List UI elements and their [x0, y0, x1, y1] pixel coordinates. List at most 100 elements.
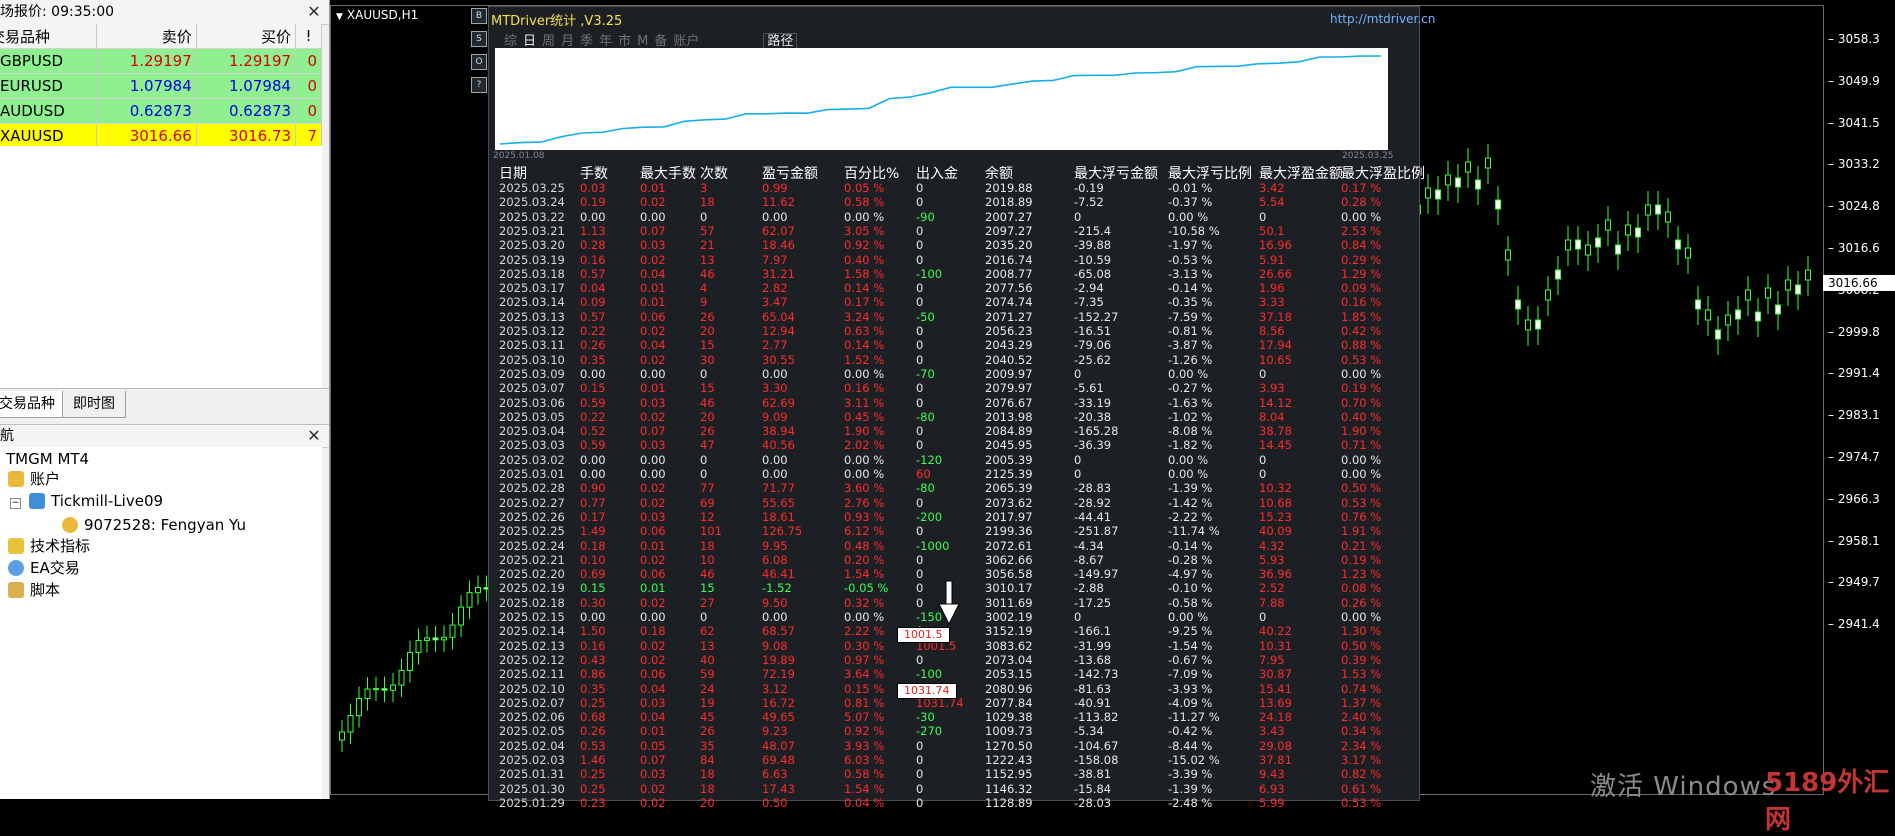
stats-cell: -270	[916, 724, 943, 739]
stats-cell: 1.58 %	[844, 266, 885, 281]
stats-cell: 15.41	[1259, 681, 1292, 696]
stats-cell: 0.00 %	[844, 467, 885, 481]
tree-item-terminal[interactable]: TMGM MT4	[6, 449, 89, 469]
stats-cell: 2025.02.25	[499, 524, 565, 539]
tree-item-indicators[interactable]: 技术指标	[8, 536, 90, 556]
stats-cell: -10.59	[1074, 252, 1112, 267]
candle	[449, 613, 456, 650]
column-header-ask[interactable]: 买价	[196, 24, 297, 49]
annotation-box-deposit-2: 1031.74	[897, 683, 957, 699]
stats-cell: -8.67	[1074, 552, 1104, 567]
tab-period-0[interactable]: 综	[504, 34, 517, 49]
mtdriver-url-link[interactable]: http://mtdriver.cn	[1330, 12, 1435, 26]
stats-cell: 0	[916, 195, 924, 210]
stats-cell: -0.35 %	[1168, 295, 1213, 310]
stats-cell: -149.97	[1074, 567, 1119, 582]
column-header-bid[interactable]: 卖价	[96, 24, 197, 49]
tree-item-server[interactable]: − Tickmill-Live09	[10, 491, 163, 511]
stats-cell: 2.34 %	[1341, 738, 1382, 753]
stats-cell: 11.62	[762, 195, 795, 210]
stats-cell: 2025.03.14	[499, 295, 565, 310]
stats-cell: 2018.89	[985, 195, 1033, 210]
stats-cell: 0.03	[640, 767, 666, 782]
account-icon	[62, 517, 78, 533]
column-header: 最大手数	[640, 166, 696, 182]
stats-cell: 37.81	[1259, 753, 1292, 767]
stats-cell: 2005.39	[985, 452, 1033, 467]
column-header: 余额	[985, 166, 1013, 182]
tree-item-scripts[interactable]: 脚本	[8, 580, 60, 600]
buy-icon[interactable]: B	[471, 8, 487, 24]
stats-cell: 0.08 %	[1341, 581, 1382, 596]
tree-item-expert-advisors[interactable]: EA交易	[8, 558, 80, 578]
tab-period-6[interactable]: 市	[618, 34, 631, 49]
stats-cell: 12	[700, 509, 715, 524]
stats-cell: 0.84 %	[1341, 238, 1382, 253]
column-header: 次数	[700, 166, 728, 182]
stats-cell: -1.42 %	[1168, 495, 1213, 510]
column-header-spread[interactable]: !	[295, 24, 322, 49]
stats-cell: 2025.02.26	[499, 509, 565, 524]
stats-cell: 101	[700, 524, 722, 539]
orders-icon[interactable]: O	[471, 54, 487, 70]
tab-tick-chart[interactable]: 即时图	[62, 391, 126, 418]
stats-cell: -4.97 %	[1168, 567, 1213, 582]
stats-cell: 5.93	[1259, 552, 1285, 567]
stats-cell: 8.56	[1259, 324, 1285, 338]
tab-symbols[interactable]: 交易品种	[0, 391, 66, 418]
stats-cell: 0.52	[580, 424, 606, 439]
tab-period-1[interactable]: 日	[523, 34, 536, 49]
stats-cell: 1.29 %	[1341, 266, 1382, 281]
table-row[interactable]: GBPUSD 1.29197 1.29197 0	[0, 48, 322, 74]
stats-cell: 0	[916, 238, 924, 253]
stats-cell: 0.00 %	[1341, 366, 1382, 381]
price-tick-label: – 3024.8	[1828, 199, 1880, 214]
candle	[432, 625, 439, 652]
price-tick-label: – 2999.8	[1828, 324, 1880, 339]
stats-cell: 0.93 %	[844, 509, 885, 524]
stats-cell: 0.02	[640, 552, 666, 567]
tab-period-8[interactable]: 备	[654, 34, 667, 49]
tab-period-7[interactable]: M	[637, 34, 648, 49]
candle	[1805, 256, 1811, 296]
price-tick-label: – 2983.1	[1828, 408, 1880, 423]
column-header-symbol[interactable]: 交易品种	[0, 24, 98, 49]
tab-period-9[interactable]: 账户	[673, 34, 699, 49]
stats-cell: 0.04	[580, 281, 606, 296]
stats-cell: 6.08	[762, 552, 788, 567]
stats-cell: 0.07	[640, 223, 666, 238]
stats-cell: -80	[916, 481, 935, 496]
cell-spread: 0	[295, 73, 322, 99]
cell-spread: 0	[295, 98, 322, 124]
collapse-icon[interactable]: −	[10, 498, 21, 509]
stats-cell: 2025.02.18	[499, 595, 565, 610]
stats-cell: 0.02	[640, 495, 666, 510]
table-row[interactable]: EURUSD 1.07984 1.07984 0	[0, 73, 322, 99]
stats-cell: 0.22	[580, 324, 606, 338]
stats-cell: 2.02 %	[844, 438, 885, 453]
tab-period-3[interactable]: 月	[561, 34, 574, 49]
expert-advisor-icon	[8, 560, 24, 576]
tree-item-accounts[interactable]: 账户	[8, 469, 60, 489]
stats-cell: -0.37 %	[1168, 195, 1213, 210]
stats-cell: 48.07	[762, 738, 795, 753]
tab-period-4[interactable]: 季	[580, 34, 593, 49]
stats-cell: 0.90	[580, 481, 606, 496]
stats-cell: 3.05 %	[844, 223, 885, 238]
candle	[415, 628, 422, 665]
stats-cell: 0.53 %	[1341, 352, 1382, 367]
close-icon[interactable]: ✕	[305, 0, 323, 24]
table-row[interactable]: XAUUSD 3016.66 3016.73 7	[0, 123, 322, 149]
tab-period-2[interactable]: 周	[542, 34, 555, 49]
stats-cell: 0	[1074, 467, 1082, 481]
candle	[398, 658, 405, 698]
tab-period-5[interactable]: 年	[599, 34, 612, 49]
stats-cell: 2065.39	[985, 481, 1033, 496]
close-icon[interactable]: ✕	[305, 425, 323, 447]
cell-symbol: AUDUSD	[0, 98, 98, 124]
tree-item-account[interactable]: 9072528: Fengyan Yu	[62, 515, 246, 535]
stats-cell: 0.03	[640, 238, 666, 253]
sell-icon[interactable]: S	[471, 31, 487, 47]
help-icon[interactable]: ?	[471, 77, 487, 93]
table-row[interactable]: AUDUSD 0.62873 0.62873 0	[0, 98, 322, 124]
